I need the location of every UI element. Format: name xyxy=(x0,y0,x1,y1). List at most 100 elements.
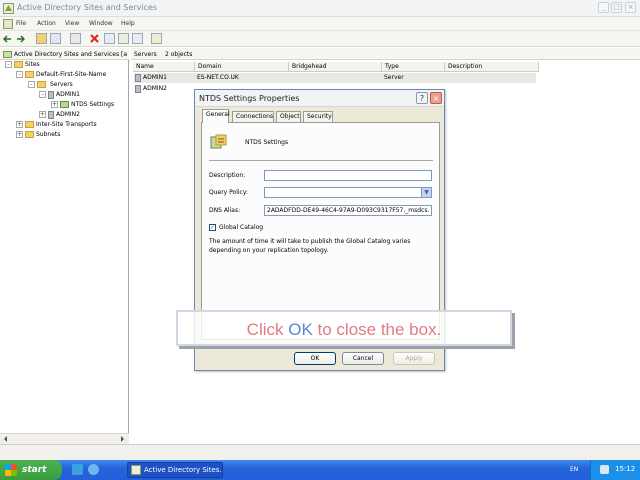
refresh-icon[interactable] xyxy=(118,33,129,44)
column-header-type[interactable]: Type xyxy=(382,62,445,72)
tab-object[interactable]: Object xyxy=(276,111,301,122)
language-indicator[interactable]: EN xyxy=(570,466,578,473)
object-count: 2 objects xyxy=(165,51,193,58)
folder-icon xyxy=(37,81,46,88)
expand-toggle[interactable]: + xyxy=(39,111,46,118)
internet-explorer-icon[interactable] xyxy=(88,464,99,475)
query-policy-select[interactable] xyxy=(264,187,432,198)
show-tree-icon[interactable] xyxy=(50,33,61,44)
tree-item-label: ADMIN1 xyxy=(56,91,80,98)
folder-icon xyxy=(25,131,34,138)
copy-icon[interactable] xyxy=(70,33,81,44)
properties-icon[interactable] xyxy=(104,33,115,44)
tree-item-sites[interactable]: - Sites xyxy=(5,60,40,70)
window-title: Active Directory Sites and Services xyxy=(17,3,158,12)
callout-text: Click OK to close the box. xyxy=(178,320,510,340)
menu-action[interactable]: Action xyxy=(37,20,56,27)
sites-app-icon xyxy=(3,3,14,14)
delete-icon[interactable] xyxy=(89,33,100,44)
tab-connections[interactable]: Connections xyxy=(232,111,274,122)
description-field[interactable] xyxy=(264,170,432,181)
show-desktop-icon[interactable] xyxy=(72,464,83,475)
menu-help[interactable]: Help xyxy=(121,20,135,27)
global-catalog-info: The amount of time it will take to publi… xyxy=(209,238,411,254)
table-row[interactable] xyxy=(134,73,536,83)
ok-button[interactable]: OK xyxy=(294,352,336,365)
menu-bar: File Action View Window Help xyxy=(0,17,640,31)
cell-name: ADMIN1 xyxy=(143,74,167,81)
close-button[interactable]: × xyxy=(625,2,636,13)
scroll-left-icon[interactable] xyxy=(2,435,10,443)
tree-root[interactable]: Active Directory Sites and Services [a xyxy=(3,50,127,60)
column-header-bridgehead[interactable]: Bridgehead xyxy=(289,62,382,72)
back-arrow-icon[interactable] xyxy=(3,34,13,44)
scroll-right-icon[interactable] xyxy=(118,435,126,443)
tree-item-default-site[interactable]: - Default-First-Site-Name xyxy=(16,70,106,80)
dns-alias-label: DNS Alias: xyxy=(209,207,241,214)
column-header-description[interactable]: Description xyxy=(445,62,539,72)
tutorial-callout: Click OK to close the box. xyxy=(176,310,512,346)
tree-item-label: Default-First-Site-Name xyxy=(36,71,107,78)
dns-alias-field[interactable]: 2ADADFDD-DE49-46C4-97A9-D093C9317F57._ms… xyxy=(264,205,432,216)
up-folder-icon[interactable] xyxy=(36,33,47,44)
maximize-button[interactable]: □ xyxy=(611,2,622,13)
column-header-domain[interactable]: Domain xyxy=(195,62,289,72)
menu-window[interactable]: Window xyxy=(89,20,113,27)
collapse-toggle[interactable]: - xyxy=(16,71,23,78)
tree-item-inter-site-transports[interactable]: + Inter-Site Transports xyxy=(16,120,97,130)
general-tab-panel: NTDS Settings Description: Query Policy:… xyxy=(201,122,440,340)
collapse-toggle[interactable]: - xyxy=(28,81,35,88)
apply-button[interactable]: Apply xyxy=(393,352,435,365)
collapse-toggle[interactable]: - xyxy=(5,61,12,68)
clock: 15:12 xyxy=(615,465,636,473)
table-row-name[interactable]: ADMIN1 xyxy=(135,73,167,83)
expand-toggle[interactable]: + xyxy=(51,101,58,108)
mmc-icon[interactable] xyxy=(3,19,13,29)
folder-icon xyxy=(25,71,34,78)
cell-name: ADMIN2 xyxy=(143,85,167,92)
dialog-close-button[interactable]: × xyxy=(430,92,442,104)
tab-security[interactable]: Security xyxy=(303,111,333,122)
network-icon[interactable] xyxy=(600,465,609,474)
ntds-settings-icon xyxy=(210,134,227,149)
expand-toggle[interactable]: + xyxy=(16,131,23,138)
sites-icon xyxy=(3,51,12,58)
help-button[interactable]: ? xyxy=(416,92,428,104)
taskbar-item-sites-and-services[interactable]: Active Directory Sites... xyxy=(127,462,223,478)
tree-item-label: Sites xyxy=(25,61,40,68)
forward-arrow-icon[interactable] xyxy=(15,34,25,44)
tab-general[interactable]: General xyxy=(202,109,230,123)
tree-item-admin1[interactable]: - ADMIN1 xyxy=(39,90,80,100)
toolbar xyxy=(0,31,640,47)
help-icon[interactable] xyxy=(151,33,162,44)
tree-item-subnets[interactable]: + Subnets xyxy=(16,130,60,140)
tree-horizontal-scrollbar[interactable] xyxy=(0,433,129,444)
description-label: Description: xyxy=(209,172,246,179)
callout-suffix: to close the box. xyxy=(312,320,442,339)
ntds-icon xyxy=(60,101,69,108)
collapse-toggle[interactable]: - xyxy=(39,91,46,98)
callout-prefix: Click xyxy=(246,320,289,339)
cancel-button[interactable]: Cancel xyxy=(342,352,384,365)
column-header-name[interactable]: Name xyxy=(133,62,195,72)
object-name: NTDS Settings xyxy=(245,139,289,146)
folder-icon xyxy=(14,61,23,68)
tree-item-admin2[interactable]: + ADMIN2 xyxy=(39,110,80,120)
dialog-title-bar: NTDS Settings Properties ? × xyxy=(195,90,444,107)
tree-item-servers[interactable]: - Servers xyxy=(28,80,75,90)
global-catalog-checkbox[interactable]: ✓ xyxy=(209,224,216,231)
console-tree: Active Directory Sites and Services [a -… xyxy=(0,48,129,444)
menu-file[interactable]: File xyxy=(16,20,26,27)
cell-type: Server xyxy=(384,74,404,81)
expand-toggle[interactable]: + xyxy=(16,121,23,128)
dialog-title: NTDS Settings Properties xyxy=(199,94,300,103)
tree-item-ntds-settings[interactable]: + NTDS Settings xyxy=(51,100,114,110)
minimize-button[interactable]: _ xyxy=(598,2,609,13)
export-list-icon[interactable] xyxy=(132,33,143,44)
table-row[interactable]: ADMIN2 xyxy=(135,84,167,94)
status-bar xyxy=(0,444,640,460)
menu-view[interactable]: View xyxy=(65,20,79,27)
location-label: Servers xyxy=(134,51,157,58)
chevron-down-icon[interactable]: ▼ xyxy=(421,188,431,197)
callout-keyword: OK xyxy=(288,320,313,339)
